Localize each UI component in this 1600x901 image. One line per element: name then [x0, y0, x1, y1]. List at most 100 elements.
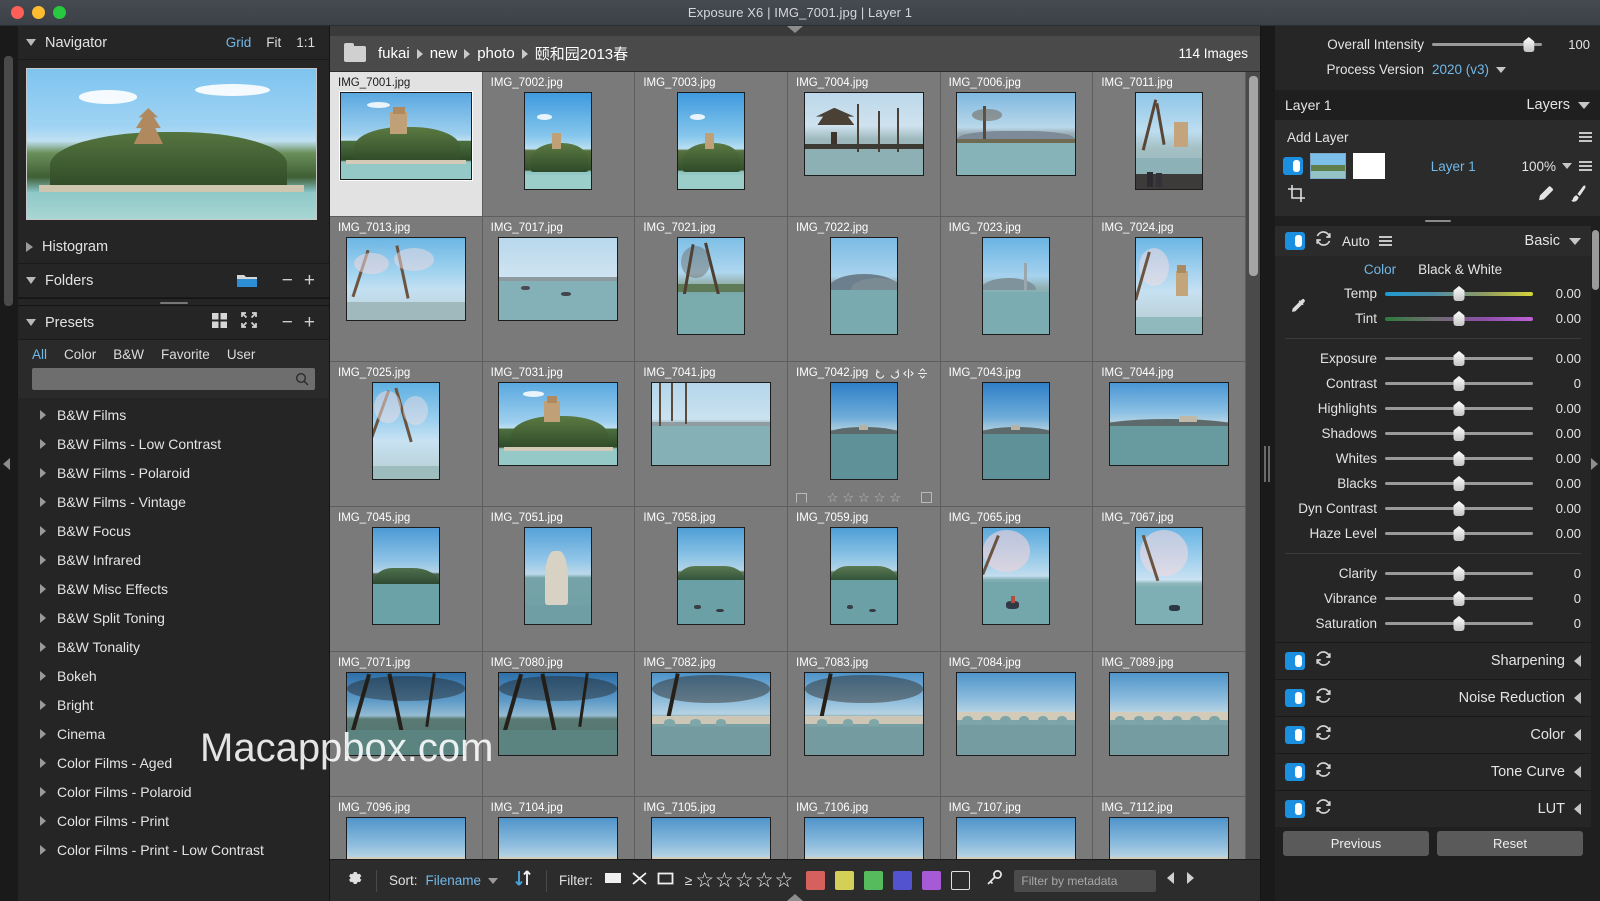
- rating-filter-star-icon[interactable]: ☆: [695, 870, 714, 891]
- thumbnail-cell[interactable]: IMG_7002.jpg: [482, 72, 636, 217]
- rating-star-icon[interactable]: ☆: [858, 491, 870, 504]
- thumbnail-cell[interactable]: IMG_7017.jpg: [482, 217, 636, 362]
- disclosure-triangle-icon[interactable]: [26, 241, 33, 252]
- thumbnail-cell[interactable]: IMG_7071.jpg: [330, 652, 483, 797]
- reset-section-icon[interactable]: [1314, 797, 1333, 821]
- thumbnail-cell[interactable]: IMG_7001.jpg: [330, 72, 483, 217]
- slider-knob[interactable]: [1453, 451, 1465, 466]
- thumbnail-cell[interactable]: IMG_7080.jpg: [482, 652, 636, 797]
- keyword-icon[interactable]: [984, 868, 1004, 893]
- breadcrumb-segment[interactable]: new: [430, 45, 458, 62]
- disclosure-triangle-icon[interactable]: [40, 409, 46, 420]
- grid-scrollbar-thumb[interactable]: [1249, 76, 1258, 276]
- slider-value[interactable]: 0.00: [1541, 351, 1581, 366]
- chevron-down-icon[interactable]: [1496, 66, 1507, 73]
- slider-knob[interactable]: [1453, 591, 1465, 606]
- preset-tab-bw[interactable]: B&W: [113, 347, 144, 362]
- left-panel-scrollbar[interactable]: [4, 56, 13, 306]
- disclosure-triangle-icon[interactable]: [40, 699, 46, 710]
- thumbnail-cell[interactable]: IMG_7043.jpg: [940, 362, 1094, 507]
- preset-item[interactable]: Color Films - Polaroid: [18, 777, 329, 806]
- chevron-left-icon[interactable]: [1574, 655, 1581, 667]
- reset-basic-icon[interactable]: [1314, 229, 1333, 253]
- slider-knob[interactable]: [1453, 286, 1465, 301]
- layer-options-icon[interactable]: [1579, 159, 1592, 173]
- slider-control[interactable]: [1385, 351, 1533, 366]
- rating-filter-star-icon[interactable]: ☆: [715, 870, 734, 891]
- sort-direction-icon[interactable]: [512, 867, 534, 894]
- process-version-value[interactable]: 2020 (v3): [1432, 62, 1489, 77]
- settings-gear-icon[interactable]: [344, 868, 364, 893]
- preset-item[interactable]: B&W Tonality: [18, 632, 329, 661]
- rating-filter-star-icon[interactable]: ☆: [775, 870, 794, 891]
- flag-icon[interactable]: [796, 492, 807, 503]
- top-panel-toggle-icon[interactable]: [787, 26, 803, 33]
- disclosure-triangle-icon[interactable]: [40, 612, 46, 623]
- thumbnail-image[interactable]: [498, 237, 619, 321]
- layer-opacity-value[interactable]: 100%: [1521, 159, 1556, 174]
- preset-tab-all[interactable]: All: [32, 347, 47, 362]
- chevron-down-icon[interactable]: [1578, 101, 1590, 109]
- thumbnail-cell[interactable]: IMG_7022.jpg: [788, 217, 941, 362]
- thumbnail-image[interactable]: [1135, 92, 1204, 190]
- layer-thumbnail[interactable]: [1310, 153, 1346, 179]
- disclosure-triangle-icon[interactable]: [40, 815, 46, 826]
- thumbnail-cell[interactable]: IMG_7112.jpg: [1093, 797, 1246, 859]
- preset-item[interactable]: B&W Films - Polaroid: [18, 458, 329, 487]
- chevron-down-icon[interactable]: [488, 877, 499, 884]
- slider-knob[interactable]: [1453, 501, 1465, 516]
- rotate-right-icon[interactable]: [889, 368, 900, 379]
- rating-star-icon[interactable]: ☆: [842, 491, 854, 504]
- thumbnail-image[interactable]: [677, 527, 746, 625]
- add-folder-icon[interactable]: [236, 272, 258, 289]
- preset-search-input[interactable]: [38, 372, 295, 386]
- chevron-left-icon[interactable]: [1574, 766, 1581, 778]
- next-page-icon[interactable]: [1185, 871, 1196, 890]
- thumbnail-cell[interactable]: IMG_7106.jpg: [788, 797, 941, 859]
- thumbnail-cell[interactable]: IMG_7024.jpg: [1093, 217, 1246, 362]
- reset-section-icon[interactable]: [1314, 649, 1333, 673]
- folders-header[interactable]: Folders − +: [18, 264, 329, 298]
- thumbnail-image[interactable]: [651, 382, 772, 466]
- thumbnail-image[interactable]: [345, 817, 466, 859]
- slider-value[interactable]: 0.00: [1541, 501, 1581, 516]
- preset-item[interactable]: B&W Films - Low Contrast: [18, 429, 329, 458]
- collapsed-section-header[interactable]: LUT: [1275, 790, 1591, 827]
- right-panel-splitter[interactable]: [1275, 216, 1600, 226]
- presets-header[interactable]: Presets − +: [18, 306, 329, 340]
- thumbnail-image[interactable]: [524, 527, 593, 625]
- thumbnail-cell[interactable]: IMG_7023.jpg: [940, 217, 1094, 362]
- thumbnail-cell[interactable]: IMG_7025.jpg: [330, 362, 483, 507]
- slider-value[interactable]: 0.00: [1541, 311, 1581, 326]
- flag-unflagged-icon[interactable]: [656, 870, 675, 892]
- rating-star-icon[interactable]: ☆: [889, 491, 901, 504]
- slider-value[interactable]: 0.00: [1541, 426, 1581, 441]
- layer-mask-thumbnail[interactable]: [1353, 153, 1385, 179]
- thumbnail-image[interactable]: [1109, 672, 1230, 756]
- layer-name-label[interactable]: Layer 1: [1392, 159, 1514, 174]
- slider-knob[interactable]: [1453, 376, 1465, 391]
- breadcrumb-segment[interactable]: photo: [477, 45, 515, 62]
- preset-item[interactable]: Color Films - Print: [18, 806, 329, 835]
- add-layer-row[interactable]: Add Layer: [1283, 124, 1592, 150]
- thumbnail-image[interactable]: [829, 237, 898, 335]
- right-panel-collapse-button[interactable]: [1588, 444, 1600, 484]
- thumbnail-cell[interactable]: IMG_7059.jpg: [788, 507, 941, 652]
- slider-knob[interactable]: [1453, 476, 1465, 491]
- sort-value[interactable]: Filename: [426, 873, 482, 888]
- slider-knob[interactable]: [1453, 566, 1465, 581]
- grid-view-icon[interactable]: [211, 312, 228, 334]
- histogram-header[interactable]: Histogram: [18, 230, 329, 264]
- disclosure-triangle-icon[interactable]: [40, 670, 46, 681]
- breadcrumb-segment[interactable]: 颐和园2013春: [535, 43, 628, 64]
- basic-enable-toggle[interactable]: [1285, 232, 1305, 250]
- disclosure-triangle-icon[interactable]: [26, 277, 36, 284]
- preset-tab-user[interactable]: User: [227, 347, 256, 362]
- color-label-filters[interactable]: [806, 871, 942, 890]
- thumbnail-cell[interactable]: IMG_7105.jpg: [635, 797, 788, 859]
- expand-icon[interactable]: [240, 311, 258, 334]
- rotate-left-icon[interactable]: [875, 368, 886, 379]
- section-enable-toggle[interactable]: [1285, 689, 1305, 707]
- reset-section-icon[interactable]: [1314, 723, 1333, 747]
- brush-icon[interactable]: [1569, 184, 1588, 208]
